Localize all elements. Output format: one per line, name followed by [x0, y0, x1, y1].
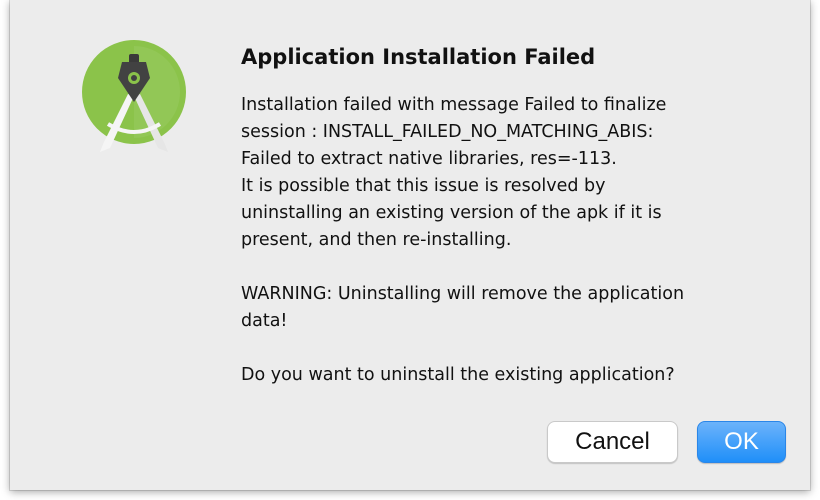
installation-failed-dialog: Application Installation Failed Installa…	[10, 0, 810, 490]
message-line: Installation failed with message Failed …	[241, 95, 667, 115]
cancel-button[interactable]: Cancel	[547, 421, 678, 463]
message-line: present, and then re-installing.	[241, 230, 512, 250]
message-line: session : INSTALL_FAILED_NO_MATCHING_ABI…	[241, 122, 654, 142]
warning-line: data!	[241, 311, 288, 331]
dialog-title: Application Installation Failed	[241, 45, 596, 69]
warning-line: WARNING: Uninstalling will remove the ap…	[241, 284, 685, 304]
message-line: uninstalling an existing version of the …	[241, 203, 662, 223]
dialog-message: Installation failed with message Failed …	[241, 92, 781, 389]
message-line: It is possible that this issue is resolv…	[241, 176, 606, 196]
question-text: Do you want to uninstall the existing ap…	[241, 365, 675, 385]
ok-button[interactable]: OK	[697, 421, 786, 463]
message-line: Failed to extract native libraries, res=…	[241, 149, 617, 169]
android-studio-icon	[82, 40, 186, 152]
